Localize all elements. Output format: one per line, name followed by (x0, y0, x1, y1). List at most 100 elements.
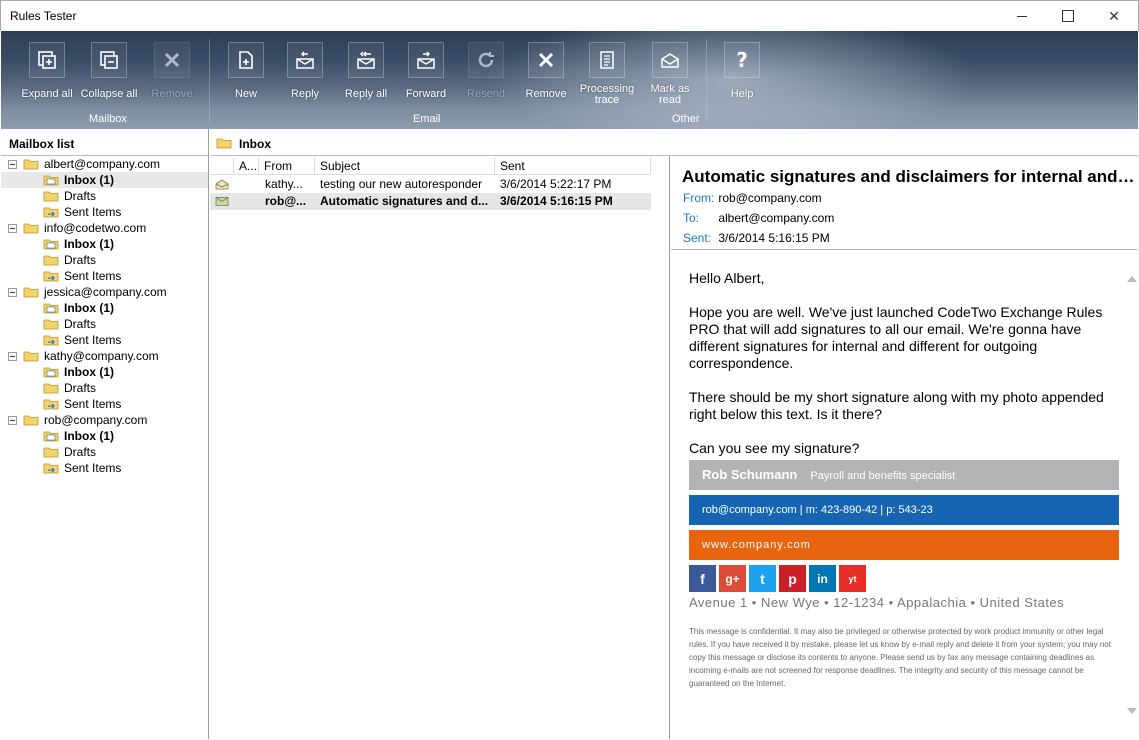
tree-item-sent-items[interactable]: Sent Items (1, 332, 208, 348)
processing-trace-icon (589, 42, 625, 78)
tree-item-label: Drafts (64, 253, 97, 267)
mailbox-account-label: rob@company.com (44, 413, 148, 427)
signature-contact-bar: rob@company.com | m: 423-890-42 | p: 543… (689, 495, 1119, 525)
folder-icon (23, 159, 39, 170)
mailbox-account-label: kathy@company.com (44, 349, 159, 363)
collapse-all-button[interactable]: Collapse all (79, 42, 139, 117)
group-label-email: Email (413, 113, 441, 125)
folder-title: Inbox (239, 137, 271, 151)
inbox-folder-icon (43, 175, 59, 186)
tree-item-sent-items[interactable]: Sent Items (1, 204, 208, 220)
mailbox-account[interactable]: rob@company.com (1, 412, 208, 428)
group-label-other: Other (672, 113, 700, 125)
signature-disclaimer: This message is confidential. It may als… (689, 627, 1111, 688)
google-plus-icon[interactable]: g+ (719, 565, 746, 592)
youtube-icon[interactable]: yt (839, 565, 866, 592)
message-row[interactable]: kathy... testing our new autoresponder 3… (210, 176, 651, 193)
column-from[interactable]: From (259, 157, 315, 175)
sent-folder-icon (43, 399, 59, 410)
mailbox-account-label: info@codetwo.com (44, 221, 147, 235)
tree-item-sent-items[interactable]: Sent Items (1, 268, 208, 284)
title-bar: Rules Tester ✕ (0, 0, 1139, 31)
mailbox-account[interactable]: info@codetwo.com (1, 220, 208, 236)
help-button[interactable]: ? Help (712, 42, 772, 117)
tree-item-label: Sent Items (64, 333, 122, 347)
processing-trace-button[interactable]: Processing trace (577, 42, 637, 117)
folder-icon (43, 319, 59, 330)
linkedin-icon[interactable]: in (809, 565, 836, 592)
tree-item-inbox[interactable]: Inbox (1) (1, 236, 208, 252)
tree-item-inbox[interactable]: Inbox (1) (1, 364, 208, 380)
tree-item-inbox[interactable]: Inbox (1) (1, 428, 208, 444)
collapse-toggle-icon[interactable] (8, 224, 17, 233)
sent-folder-icon (43, 463, 59, 474)
mailbox-account[interactable]: kathy@company.com (1, 348, 208, 364)
tree-item-label: Inbox (1) (64, 365, 114, 379)
minimize-button[interactable] (999, 1, 1045, 31)
folder-header: Inbox (210, 129, 1138, 156)
tree-item-drafts[interactable]: Drafts (1, 316, 208, 332)
column-attachment[interactable]: A... (234, 157, 259, 175)
reply-all-button[interactable]: Reply all (336, 42, 396, 117)
pinterest-icon[interactable]: p (779, 565, 806, 592)
collapse-toggle-icon[interactable] (8, 288, 17, 297)
mark-as-read-button[interactable]: Mark as read (640, 42, 700, 117)
reading-pane-scrollbar[interactable] (1124, 270, 1138, 720)
facebook-icon[interactable]: f (689, 565, 716, 592)
folder-icon (43, 191, 59, 202)
tree-item-inbox[interactable]: Inbox (1) (1, 300, 208, 316)
tree-item-sent-items[interactable]: Sent Items (1, 396, 208, 412)
inbox-folder-icon (43, 431, 59, 442)
sent-value: 3/6/2014 5:16:15 PM (718, 231, 830, 245)
mailbox-account-label: albert@company.com (44, 157, 161, 171)
sent-folder-icon (43, 335, 59, 346)
tree-item-label: Inbox (1) (64, 301, 114, 315)
help-icon: ? (724, 42, 760, 78)
tree-item-label: Drafts (64, 381, 97, 395)
signature-position: Payroll and benefits specialist (810, 470, 956, 482)
inbox-folder-icon (43, 303, 59, 314)
reply-button[interactable]: Reply (275, 42, 335, 117)
tree-item-drafts[interactable]: Drafts (1, 380, 208, 396)
tree-item-drafts[interactable]: Drafts (1, 444, 208, 460)
close-button[interactable]: ✕ (1091, 1, 1137, 31)
mailbox-account[interactable]: albert@company.com (1, 156, 208, 172)
body-paragraph: Hope you are well. We've just launched C… (689, 304, 1103, 371)
signature-name: Rob Schumann (702, 467, 798, 482)
tree-item-drafts[interactable]: Drafts (1, 188, 208, 204)
expand-all-icon (29, 42, 65, 78)
forward-button[interactable]: Forward (396, 42, 456, 117)
message-sent: 3/6/2014 5:22:17 PM (500, 177, 612, 191)
collapse-toggle-icon[interactable] (8, 352, 17, 361)
maximize-button[interactable] (1045, 1, 1091, 31)
reading-pane: Automatic signatures and disclaimers for… (671, 157, 1138, 739)
scroll-up-arrow-icon[interactable] (1127, 276, 1137, 282)
collapse-toggle-icon[interactable] (8, 416, 17, 425)
folder-icon (43, 383, 59, 394)
resend-button[interactable]: Resend (456, 42, 516, 117)
remove-email-button[interactable]: Remove (516, 42, 576, 117)
folder-icon (23, 415, 39, 426)
message-body: Hello Albert, Hope you are well. We've j… (689, 270, 1119, 474)
resend-icon (468, 42, 504, 78)
reply-icon (287, 42, 323, 78)
new-button[interactable]: New (216, 42, 276, 117)
signature-website-link[interactable]: www.company.com (689, 530, 1119, 560)
tree-item-sent-items[interactable]: Sent Items (1, 460, 208, 476)
scroll-down-arrow-icon[interactable] (1127, 708, 1137, 714)
mailbox-list-title: Mailbox list (1, 129, 208, 156)
column-subject[interactable]: Subject (315, 157, 495, 175)
folder-icon (23, 223, 39, 234)
column-sent[interactable]: Sent (495, 157, 651, 175)
mailbox-account[interactable]: jessica@company.com (1, 284, 208, 300)
forward-icon (408, 42, 444, 78)
column-icon[interactable] (210, 157, 234, 175)
twitter-icon[interactable]: t (749, 565, 776, 592)
remove-mailbox-button[interactable]: Remove (142, 42, 202, 117)
collapse-toggle-icon[interactable] (8, 160, 17, 169)
message-row-selected[interactable]: rob@... Automatic signatures and d... 3/… (210, 193, 651, 210)
expand-all-button[interactable]: Expand all (17, 42, 77, 117)
folder-icon (43, 447, 59, 458)
tree-item-inbox[interactable]: Inbox (1) (1, 172, 208, 188)
tree-item-drafts[interactable]: Drafts (1, 252, 208, 268)
